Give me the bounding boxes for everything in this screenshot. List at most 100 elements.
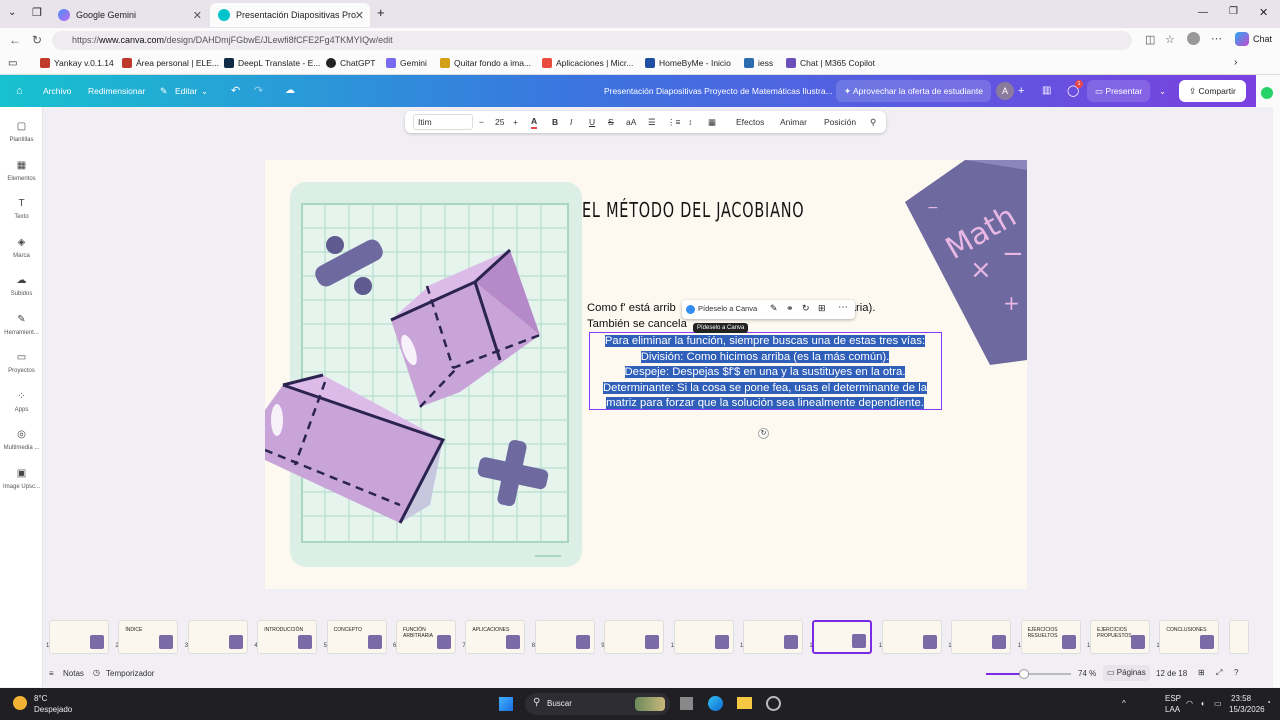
magic-write-icon[interactable]: ✎ <box>770 303 778 314</box>
rotate-handle-icon[interactable]: ↻ <box>758 428 769 439</box>
slide-canvas[interactable]: Math × − + − EL MÉTODO DEL JACOBIANO Com… <box>265 160 1027 589</box>
bookmark-item[interactable]: HomeByMe - Inicio <box>645 58 731 68</box>
whatsapp-icon[interactable] <box>1261 87 1273 99</box>
sidebar-item-apps[interactable]: ⁘ Apps <box>0 391 43 413</box>
favorites-icon[interactable]: ☆ <box>1165 33 1175 46</box>
chevron-down-icon[interactable]: ⌄ <box>201 75 208 107</box>
bookmark-item[interactable]: Área personal | ELE... <box>122 58 219 68</box>
battery-icon[interactable]: ▭ <box>1214 699 1222 708</box>
split-screen-icon[interactable]: ◫ <box>1145 33 1155 46</box>
letter-case-icon[interactable]: aA <box>626 111 636 133</box>
back-icon[interactable]: ← <box>9 33 21 47</box>
tray-expand-icon[interactable]: ^ <box>1122 699 1126 708</box>
page-thumbnail[interactable] <box>49 620 109 654</box>
resize-menu[interactable]: Redimensionar <box>88 75 145 107</box>
zoom-slider[interactable] <box>986 669 1071 679</box>
sidebar-item-media[interactable]: ◎ Multimedia ... <box>0 429 43 451</box>
sidebar-item-image-upscaler[interactable]: ▣ Image Upsc... <box>0 468 43 490</box>
decrease-size-icon[interactable]: − <box>479 111 484 133</box>
student-offer-button[interactable]: ✦ Aprovechar la oferta de estudiante <box>836 80 991 102</box>
sidebar-item-elements[interactable]: ▦ Elementos <box>0 160 43 182</box>
sidebar-item-projects[interactable]: ▭ Proyectos <box>0 352 43 374</box>
page-thumbnail[interactable]: ÍNDICE <box>118 620 179 654</box>
close-window-icon[interactable]: ✕ <box>1259 6 1268 19</box>
page-thumbnail[interactable]: FUNCIÓN ARBITRARIA <box>396 620 456 654</box>
timer-button[interactable]: Temporizador <box>106 669 154 678</box>
file-explorer-icon[interactable] <box>737 697 752 709</box>
maximize-icon[interactable]: ❐ <box>1229 6 1238 17</box>
sidebar-item-text[interactable]: T Texto <box>0 198 43 220</box>
bookmark-item[interactable]: Yankay v.0.1.14 <box>40 58 114 68</box>
redo-icon[interactable]: ↷ <box>254 75 263 107</box>
page-thumbnail[interactable]: CONCLUSIONES <box>1159 620 1220 654</box>
home-icon[interactable]: ⌂ <box>16 75 23 107</box>
increase-size-icon[interactable]: + <box>513 111 518 133</box>
help-icon[interactable]: ? <box>1234 668 1238 677</box>
cloud-save-icon[interactable]: ☁ <box>285 75 295 107</box>
slide-title[interactable]: EL MÉTODO DEL JACOBIANO <box>582 198 804 222</box>
text-color-icon[interactable]: A <box>531 114 538 129</box>
volume-icon[interactable]: ◖ <box>1200 699 1205 708</box>
page-thumbnail[interactable]: APLICACIONES <box>465 620 526 654</box>
bookmark-item[interactable]: Aplicaciones | Micr... <box>542 58 633 68</box>
start-icon[interactable] <box>499 697 513 711</box>
task-view-icon[interactable] <box>680 697 693 710</box>
page-thumbnail[interactable] <box>673 620 734 654</box>
page-thumbnail-partial[interactable] <box>1228 620 1249 654</box>
font-size-input[interactable]: 25 <box>495 111 504 133</box>
notes-button[interactable]: Notas <box>63 669 84 678</box>
avatar[interactable]: A <box>996 82 1014 100</box>
page-thumbnail[interactable] <box>187 620 248 654</box>
undo-icon[interactable]: ↶ <box>231 75 240 107</box>
minimize-icon[interactable]: — <box>1198 7 1208 18</box>
bookmark-item[interactable]: iess <box>744 58 773 68</box>
bookmark-item[interactable]: ChatGPT <box>326 58 375 68</box>
sidebar-item-uploads[interactable]: ☁ Subidos <box>0 275 43 297</box>
tab-canva[interactable]: Presentación Diapositivas Proyect ✕ <box>210 3 370 27</box>
align-center-icon[interactable]: ☰ <box>648 111 656 133</box>
copilot-icon[interactable] <box>1235 32 1249 46</box>
sidebar-item-tools[interactable]: ✎ Herramient... <box>0 314 43 336</box>
more-icon[interactable]: ⋯ <box>1211 32 1222 45</box>
selected-text-block[interactable]: Para eliminar la función, siempre buscas… <box>597 334 933 412</box>
page-thumbnail[interactable] <box>951 620 1012 654</box>
tab-gemini[interactable]: Google Gemini ✕ <box>50 3 208 27</box>
more-options-icon[interactable]: ⋯ <box>838 302 848 313</box>
italic-icon[interactable]: I <box>570 111 572 133</box>
file-menu[interactable]: Archivo <box>43 75 71 107</box>
bookmark-item[interactable]: Gemini <box>386 58 427 68</box>
bookmark-item[interactable]: Quitar fondo a ima... <box>440 58 531 68</box>
page-thumbnail[interactable]: EJERCICIOS PROPUESTOS <box>1090 620 1150 654</box>
page-thumbnail[interactable] <box>881 620 942 654</box>
keyboard-lang[interactable]: ESP <box>1165 694 1181 703</box>
sync-icon[interactable]: ↻ <box>802 303 810 314</box>
workspaces-icon[interactable]: ❐ <box>32 6 42 19</box>
bold-icon[interactable]: B <box>552 111 558 133</box>
bookmark-item[interactable]: DeepL Translate - E... <box>224 58 320 68</box>
zoom-level[interactable]: 74 % <box>1078 669 1096 678</box>
transparency-icon[interactable]: ▦ <box>708 111 716 133</box>
edge-icon[interactable] <box>708 696 723 711</box>
zoom-handle[interactable] <box>1019 669 1030 679</box>
profile-avatar[interactable] <box>1187 32 1200 45</box>
close-tab-icon[interactable]: ✕ <box>355 9 364 22</box>
position-button[interactable]: Posición <box>824 111 856 133</box>
wifi-icon[interactable]: ◠ <box>1186 699 1193 708</box>
edit-menu[interactable]: Editar <box>175 75 197 107</box>
page-thumbnail[interactable] <box>534 620 595 654</box>
list-icon[interactable]: ⋮≡ <box>667 111 680 133</box>
app-icon[interactable] <box>766 696 781 711</box>
strikethrough-icon[interactable]: S <box>608 111 614 133</box>
weather-icon[interactable] <box>13 696 27 710</box>
pages-button[interactable]: ▭ Páginas <box>1103 665 1150 681</box>
sidebar-item-templates[interactable]: ▢ Plantillas <box>0 121 43 143</box>
link-icon[interactable]: ⚭ <box>786 303 794 314</box>
page-thumbnail[interactable]: CONCEPTO <box>326 620 387 654</box>
lock-icon[interactable]: ⊞ <box>818 303 826 314</box>
document-title[interactable]: Presentación Diapositivas Proyecto de Ma… <box>604 75 833 107</box>
present-button[interactable]: ▭ Presentar <box>1087 80 1151 102</box>
ask-canva-button[interactable]: Pídeselo a Canva <box>698 304 757 313</box>
close-tab-icon[interactable]: ✕ <box>193 9 202 22</box>
sidebar-toggle-icon[interactable]: ▭ <box>8 58 17 69</box>
profile-menu-icon[interactable]: ⌄ <box>8 7 16 18</box>
